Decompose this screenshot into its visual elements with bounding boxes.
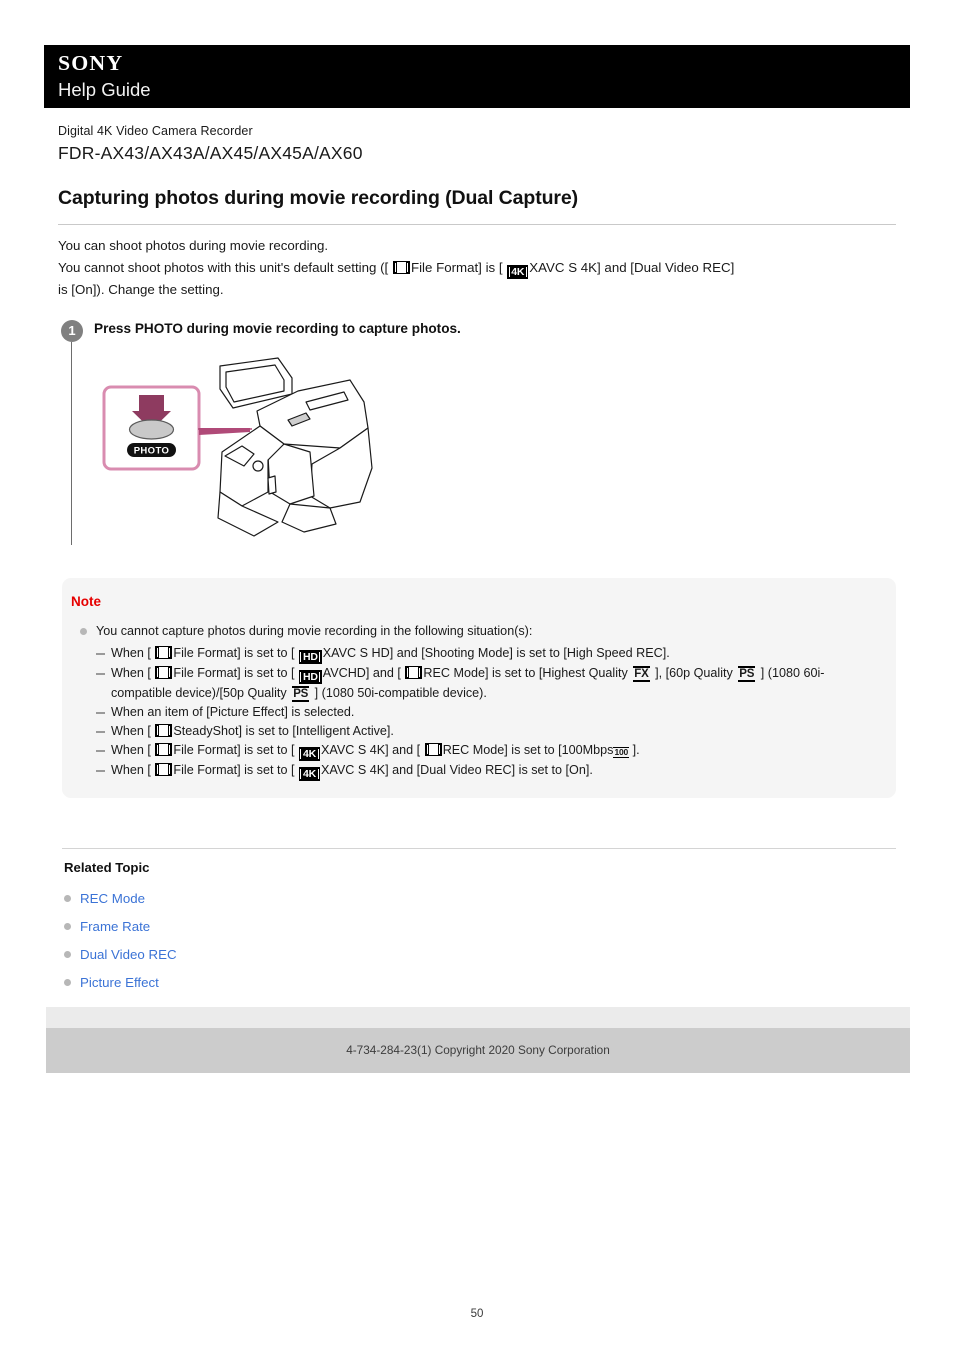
4k-format-icon: 4K [507, 265, 529, 279]
bullet-dot-icon [80, 628, 87, 635]
note-condition-text: When [ File Format] is set to [ HD AVCHD]… [111, 665, 825, 702]
dash-bullet-icon [96, 730, 105, 733]
related-topic-list: REC Mode Frame Rate Dual Video REC Picture … [64, 884, 464, 996]
product-model: FDR-AX43/AX43A/AX45/AX45A/AX60 [58, 143, 363, 163]
4k-format-icon: 4K [298, 766, 321, 781]
note-content: You cannot capture photos during movie r… [80, 622, 880, 781]
film-format-icon [155, 645, 173, 659]
footer-copyright: 4-734-284-23(1) Copyright 2020 Sony Corp… [346, 1043, 610, 1057]
photo-button-label: PHOTO [134, 446, 170, 457]
note-condition-list: When [ File Format] is set to [ HD XAVC S… [80, 644, 880, 781]
related-topic-item[interactable]: Dual Video REC [64, 940, 464, 968]
sony-logo: SONY [58, 51, 124, 75]
dash-bullet-icon [96, 769, 105, 772]
note-condition-item: When [ File Format] is set to [ HD AVCHD]… [96, 664, 880, 703]
step-connector-line [71, 342, 72, 545]
related-topic-item[interactable]: Picture Effect [64, 968, 464, 996]
related-topic-item[interactable]: REC Mode [64, 884, 464, 912]
ps-quality-badge: PS [738, 665, 756, 682]
dash-bullet-icon [96, 672, 105, 675]
film-format-icon [155, 723, 173, 737]
bullet-dot-icon [64, 894, 71, 902]
page-title: Capturing photos during movie recording … [58, 187, 579, 209]
note-condition-item: When [ File Format] is set to [ HD XAVC S… [96, 644, 880, 664]
note-condition-item: When an item of [Picture Effect] is sele… [96, 703, 880, 722]
dash-bullet-icon [96, 711, 105, 714]
related-topic-link[interactable]: Frame Rate [80, 919, 150, 934]
note-heading: Note [71, 594, 101, 609]
4k-format-icon-label: 4K [511, 266, 525, 278]
dash-bullet-icon [96, 652, 105, 655]
note-condition-text: When an item of [Picture Effect] is sele… [111, 704, 355, 719]
product-category: Digital 4K Video Camera Recorder [58, 124, 253, 138]
site-header: SONY Help Guide [44, 45, 910, 108]
note-lead-item: You cannot capture photos during movie r… [80, 622, 880, 641]
note-condition-text: When [ SteadyShot] is set to [Intelligen… [111, 723, 394, 738]
note-condition-text: When [ File Format] is set to [ HD XAVC S… [111, 645, 670, 664]
dash-bullet-icon [96, 749, 105, 752]
help-guide-title: Help Guide [58, 79, 151, 100]
related-topic-link[interactable]: Picture Effect [80, 975, 159, 990]
bullet-dot-icon [64, 950, 71, 958]
bullet-dot-icon [64, 978, 71, 986]
bullet-dot-icon [64, 922, 71, 930]
film-format-icon [155, 665, 173, 679]
ps-quality-badge: PS [292, 685, 310, 702]
step-instruction: Press PHOTO during movie recording to ca… [94, 321, 461, 336]
film-format-icon [392, 261, 410, 274]
camcorder-illustration: PHOTO [92, 356, 402, 546]
related-topic-item[interactable]: Frame Rate [64, 912, 464, 940]
related-topic-link[interactable]: Dual Video REC [80, 947, 177, 962]
4k-format-icon-label: 4K [302, 747, 317, 760]
related-topic-heading: Related Topic [64, 860, 150, 875]
note-condition-item: When [ File Format] is set to [ 4K XAVC S… [96, 741, 880, 761]
film-format-icon [405, 665, 423, 679]
hd-format-icon-label: HD [302, 650, 318, 663]
hd-format-icon-label: HD [302, 670, 318, 683]
footer-band-light [46, 1007, 910, 1028]
note-condition-item: When [ SteadyShot] is set to [Intelligen… [96, 722, 880, 741]
step-number-badge: 1 [61, 320, 83, 342]
fx-quality-badge: FX [633, 665, 650, 682]
4k-format-icon-label: 4K [302, 767, 317, 780]
related-topic-link[interactable]: REC Mode [80, 891, 145, 906]
title-divider [58, 224, 896, 225]
note-condition-text: When [ File Format] is set to [ 4K XAVC S… [111, 742, 640, 761]
film-format-icon [155, 762, 173, 776]
100-quality-badge: 100 [613, 746, 630, 758]
intro-paragraph: You can shoot photos during movie record… [58, 235, 898, 301]
related-divider [62, 848, 896, 849]
hd-format-icon: HD [298, 649, 322, 664]
intro-line-3: is [On]). Change the setting. [58, 282, 224, 297]
note-lead-text: You cannot capture photos during movie r… [96, 624, 533, 638]
intro-line-2-part-a: You cannot shoot photos with this unit's… [58, 260, 392, 275]
note-condition-item: When [ File Format] is set to [ 4K XAVC S… [96, 761, 880, 781]
film-format-icon [424, 742, 442, 756]
intro-line-2-part-c: XAVC S 4K] and [Dual Video REC] [529, 260, 735, 275]
page-number: 50 [470, 1308, 484, 1320]
4k-format-icon: 4K [298, 746, 321, 761]
film-format-icon [155, 742, 173, 756]
hd-format-icon: HD [298, 669, 322, 684]
intro-line-1: You can shoot photos during movie record… [58, 238, 329, 253]
note-condition-text: When [ File Format] is set to [ 4K XAVC S… [111, 762, 593, 781]
intro-line-2-part-b: File Format] is [ [410, 260, 507, 275]
